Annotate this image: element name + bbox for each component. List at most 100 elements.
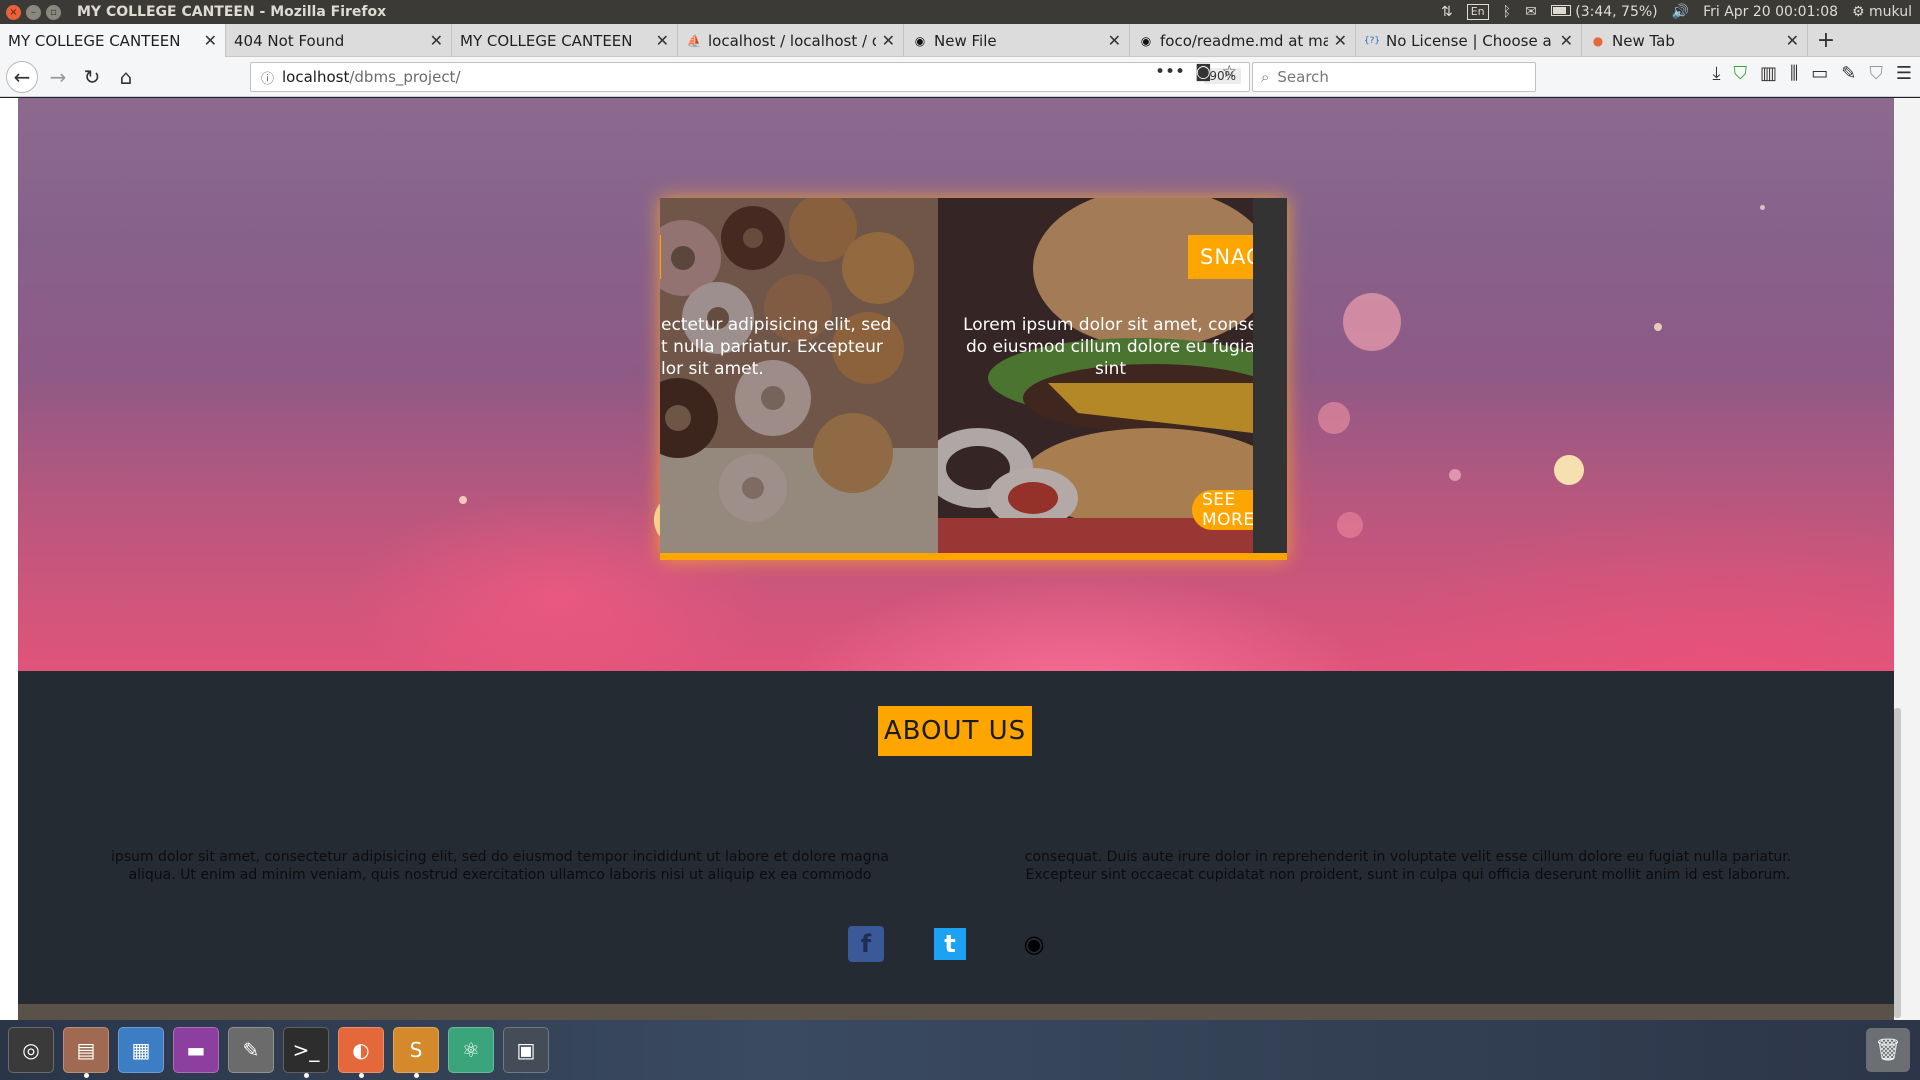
github-icon[interactable]: ◉ bbox=[1016, 926, 1052, 962]
hamburger-menu-icon[interactable]: ☰ bbox=[1896, 63, 1912, 84]
sidebar-icon[interactable]: ▥ bbox=[1760, 63, 1777, 84]
volume-icon[interactable]: 🔊 bbox=[1672, 4, 1689, 20]
battery-indicator[interactable]: (3:44, 75%) bbox=[1550, 4, 1658, 20]
tab-3[interactable]: MY COLLEGE CANTEEN ✕ bbox=[452, 24, 678, 57]
tab-4[interactable]: ⛵ localhost / localhost / dl ✕ bbox=[678, 24, 904, 57]
search-bar[interactable]: ⌕ Search bbox=[1252, 62, 1536, 92]
category-label: S bbox=[660, 235, 662, 279]
close-icon[interactable]: ✕ bbox=[1786, 31, 1799, 50]
tab-1[interactable]: MY COLLEGE CANTEEN ✕ bbox=[0, 24, 226, 57]
close-icon[interactable]: ✕ bbox=[656, 31, 669, 50]
url-bar[interactable]: ⓘ localhost/dbms_project/ 90% bbox=[250, 62, 1250, 92]
pocket-icon[interactable]: ◙ bbox=[1195, 62, 1212, 82]
network-transfer-icon[interactable]: ⇅ bbox=[1441, 4, 1453, 20]
close-icon[interactable]: ✕ bbox=[204, 31, 217, 50]
ubuntu-dash-icon[interactable]: ◎ bbox=[8, 1027, 54, 1073]
navigation-toolbar: ← → ↻ ⌂ ⓘ localhost/dbms_project/ 90% ••… bbox=[0, 57, 1920, 97]
close-icon[interactable]: ✕ bbox=[430, 31, 443, 50]
see-more-button[interactable]: SEE MORE bbox=[1192, 490, 1253, 530]
battery-icon bbox=[1550, 5, 1571, 16]
tab-7[interactable]: {?} No License | Choose a Li ✕ bbox=[1356, 24, 1582, 57]
library-icon[interactable]: ⫼ bbox=[1790, 63, 1798, 84]
terminal-icon[interactable]: >_ bbox=[283, 1027, 329, 1078]
window-maximize-button[interactable]: ▫ bbox=[46, 4, 61, 20]
url-host: localhost bbox=[282, 68, 350, 86]
page-viewport: S ectetur adipisicing elit, sed t nulla … bbox=[0, 98, 1920, 1020]
twitter-icon[interactable]: t bbox=[934, 928, 966, 960]
tab-label: No License | Choose a Li bbox=[1386, 31, 1554, 50]
close-icon[interactable]: ✕ bbox=[1560, 31, 1573, 50]
tab-2[interactable]: 404 Not Found ✕ bbox=[226, 24, 452, 57]
firefox-icon[interactable]: ◐ bbox=[338, 1027, 384, 1078]
unity-launcher: ◎ ▤ ▦ ▬ ✎ >_ ◐ S ⚛ ▣ bbox=[0, 1020, 1920, 1080]
tab-label: New Tab bbox=[1612, 31, 1675, 50]
bluetooth-icon[interactable]: ᛒ bbox=[1503, 4, 1511, 20]
bokeh-light bbox=[1554, 455, 1584, 485]
running-indicator bbox=[84, 1073, 89, 1078]
tab-8[interactable]: ● New Tab ✕ bbox=[1582, 24, 1808, 57]
battery-text: (3:44, 75%) bbox=[1575, 4, 1658, 20]
workspace-switcher-icon[interactable]: ▣ bbox=[503, 1027, 549, 1073]
url-path: /dbms_project/ bbox=[349, 68, 461, 86]
back-button[interactable]: ← bbox=[6, 60, 38, 93]
home-button[interactable]: ⌂ bbox=[112, 63, 140, 91]
writer-icon[interactable]: ▦ bbox=[118, 1027, 164, 1073]
trash-icon[interactable]: 🗑 bbox=[1866, 1028, 1910, 1072]
new-tab-button[interactable]: + bbox=[1808, 24, 1844, 57]
social-links: f t ◉ bbox=[848, 926, 1052, 962]
running-indicator bbox=[414, 1073, 419, 1078]
gear-icon: ⚙ bbox=[1852, 4, 1865, 20]
atom-icon[interactable]: ⚛ bbox=[448, 1027, 494, 1073]
clock[interactable]: Fri Apr 20 00:01:08 bbox=[1703, 4, 1838, 20]
shield-icon[interactable]: ⛉ bbox=[1733, 63, 1747, 84]
window-close-button[interactable]: × bbox=[6, 4, 21, 20]
session-menu[interactable]: ⚙ mukul bbox=[1852, 4, 1912, 20]
close-icon[interactable]: ✕ bbox=[1108, 31, 1121, 50]
mail-icon[interactable]: ✉ bbox=[1525, 4, 1537, 20]
facebook-icon[interactable]: f bbox=[848, 926, 884, 962]
bookmark-star-icon[interactable]: ☆ bbox=[1222, 62, 1237, 82]
hero-background: S ectetur adipisicing elit, sed t nulla … bbox=[18, 98, 1894, 671]
food-carousel[interactable]: S ectetur adipisicing elit, sed t nulla … bbox=[660, 198, 1287, 560]
close-icon[interactable]: ✕ bbox=[882, 31, 895, 50]
running-indicator bbox=[304, 1073, 309, 1078]
tab-6[interactable]: ◉ foco/readme.md at mas ✕ bbox=[1130, 24, 1356, 57]
eyedropper-icon[interactable]: ✎ bbox=[1841, 63, 1856, 84]
window-icon[interactable]: ▭ bbox=[1811, 63, 1828, 84]
files-icon[interactable]: ▤ bbox=[63, 1027, 109, 1078]
choosealicense-icon: {?} bbox=[1363, 35, 1381, 46]
tab-label: 404 Not Found bbox=[234, 31, 345, 50]
page-actions: ••• ◙ ☆ bbox=[1155, 62, 1237, 82]
forward-button[interactable]: → bbox=[44, 63, 72, 91]
bokeh-light bbox=[459, 496, 467, 504]
impress-icon[interactable]: ▬ bbox=[173, 1027, 219, 1073]
page-scrollbar-thumb[interactable] bbox=[1894, 708, 1901, 1018]
bokeh-light bbox=[1449, 469, 1461, 481]
search-icon: ⌕ bbox=[1261, 68, 1270, 86]
indicator-area: ⇅ En ᛒ ✉ (3:44, 75%) 🔊 Fri Apr 20 00:01:… bbox=[1441, 0, 1912, 24]
sublime-text-icon[interactable]: S bbox=[393, 1027, 439, 1078]
tab-label: MY COLLEGE CANTEEN bbox=[460, 31, 633, 50]
system-settings-icon[interactable]: ✎ bbox=[228, 1027, 274, 1073]
extension-shield-icon[interactable]: ⛉ bbox=[1869, 63, 1883, 84]
about-text-left: ipsum dolor sit amet, consectetur adipis… bbox=[110, 849, 890, 883]
carousel-slide-desserts: S ectetur adipisicing elit, sed t nulla … bbox=[660, 198, 938, 560]
site-info-icon[interactable]: ⓘ bbox=[261, 68, 274, 87]
tab-label: MY COLLEGE CANTEEN bbox=[8, 31, 181, 50]
page-actions-menu-icon[interactable]: ••• bbox=[1155, 62, 1185, 82]
firefox-icon: ● bbox=[1592, 33, 1604, 48]
about-text-right: consequat. Duis aute irure dolor in repr… bbox=[1024, 849, 1792, 883]
close-icon[interactable]: ✕ bbox=[1334, 31, 1347, 50]
tab-5[interactable]: ◉ New File ✕ bbox=[904, 24, 1130, 57]
carousel-progress-bar bbox=[660, 553, 1287, 560]
github-icon: ◉ bbox=[914, 33, 926, 48]
window-minimize-button[interactable]: – bbox=[26, 4, 41, 20]
slide-description: Lorem ipsum dolor sit amet, conse do eiu… bbox=[963, 315, 1253, 379]
bokeh-light bbox=[1654, 323, 1662, 331]
bokeh-light bbox=[1343, 293, 1401, 351]
keyboard-layout-indicator[interactable]: En bbox=[1466, 4, 1489, 20]
download-icon[interactable]: ⤓ bbox=[1712, 63, 1720, 84]
bokeh-light bbox=[1318, 402, 1350, 434]
reload-button[interactable]: ↻ bbox=[78, 63, 106, 91]
bokeh-light bbox=[1337, 512, 1363, 538]
